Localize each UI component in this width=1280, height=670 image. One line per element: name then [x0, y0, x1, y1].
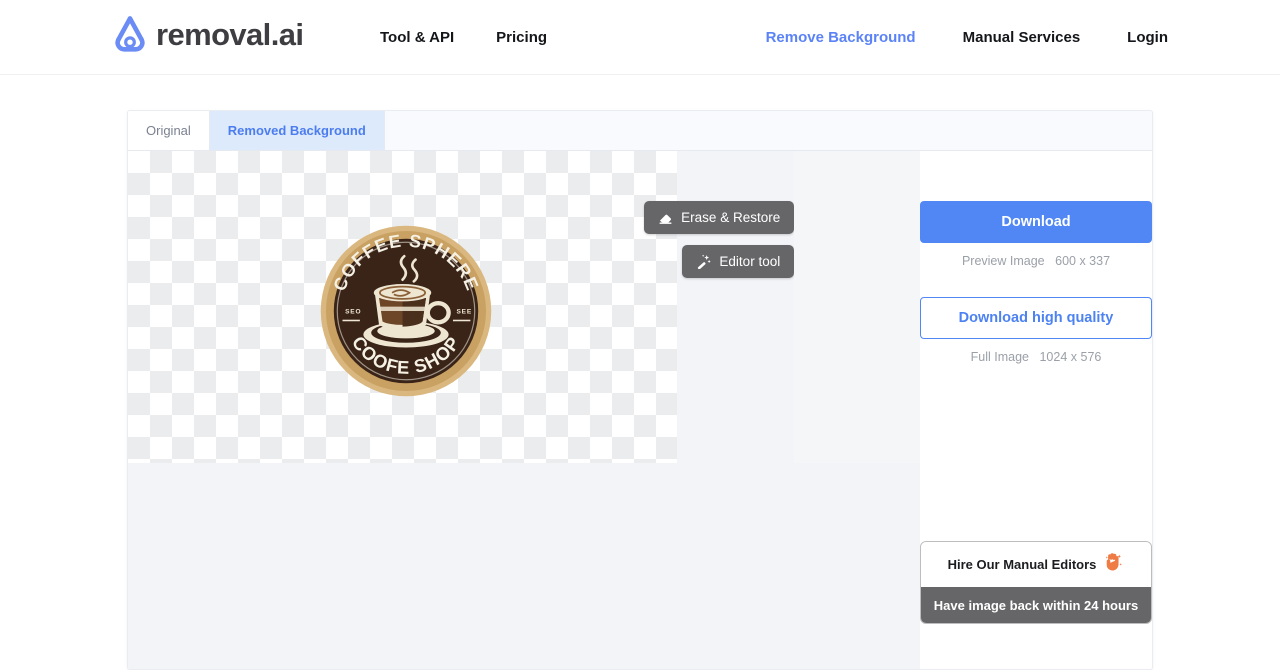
editor-card: Original Removed Background COFFEE SPHER… [127, 110, 1153, 670]
brand-logo-link[interactable]: removal.ai [108, 12, 304, 56]
svg-text:SEO: SEO [345, 309, 361, 316]
brand-name: removal.ai [156, 16, 304, 52]
download-button[interactable]: Download [920, 201, 1152, 243]
nav-link-remove-background[interactable]: Remove Background [766, 29, 916, 46]
editor-workspace: COFFEE SPHERE COOFE SHOP SEO SEE Erase &… [128, 151, 1152, 669]
coffee-shop-logo: COFFEE SPHERE COOFE SHOP SEO SEE [320, 225, 492, 397]
erase-and-restore-button[interactable]: Erase & Restore [644, 201, 795, 234]
svg-text:SEE: SEE [456, 309, 472, 316]
editor-tool-label: Editor tool [719, 254, 781, 269]
editor-tab-bar: Original Removed Background [128, 111, 1152, 151]
download-panel: Download Preview Image 600 x 337 Downloa… [920, 151, 1152, 669]
preview-image-meta: Preview Image 600 x 337 [920, 254, 1152, 268]
tab-removed-background[interactable]: Removed Background [209, 111, 385, 150]
nav-link-login[interactable]: Login [1127, 29, 1168, 46]
full-image-dimensions: 1024 x 576 [1039, 350, 1102, 364]
primary-nav-right: Remove Background Manual Services Login [766, 0, 1168, 75]
primary-nav-left: Tool & API Pricing [380, 0, 547, 75]
nav-link-manual-services[interactable]: Manual Services [963, 29, 1081, 46]
removal-ai-logo-icon [108, 12, 152, 56]
eraser-icon [658, 210, 673, 225]
download-high-quality-button[interactable]: Download high quality [920, 297, 1152, 339]
hire-card-title: Hire Our Manual Editors [947, 557, 1097, 572]
raised-hand-sparkle-icon [1102, 551, 1124, 578]
nav-link-tool-api[interactable]: Tool & API [380, 29, 454, 46]
hire-card-subtitle: Have image back within 24 hours [921, 587, 1151, 623]
preview-image-label: Preview Image [961, 254, 1045, 268]
site-header: removal.ai Tool & API Pricing Remove Bac… [0, 0, 1280, 75]
nav-link-pricing[interactable]: Pricing [496, 29, 547, 46]
canvas-tool-stack: Erase & Restore Editor tool [534, 201, 795, 278]
magic-wand-icon [696, 254, 712, 269]
image-canvas[interactable]: COFFEE SPHERE COOFE SHOP SEO SEE Erase &… [128, 151, 795, 669]
preview-image-dimensions: 600 x 337 [1055, 254, 1111, 268]
tab-original[interactable]: Original [128, 111, 210, 150]
full-image-label: Full Image [970, 350, 1029, 364]
hire-manual-editors-card[interactable]: Hire Our Manual Editors Have image back … [920, 541, 1152, 624]
erase-and-restore-label: Erase & Restore [681, 210, 781, 225]
hire-card-header: Hire Our Manual Editors [921, 542, 1151, 587]
canvas-gutter [794, 151, 920, 669]
editor-tool-button[interactable]: Editor tool [682, 245, 795, 278]
full-image-meta: Full Image 1024 x 576 [920, 350, 1152, 364]
